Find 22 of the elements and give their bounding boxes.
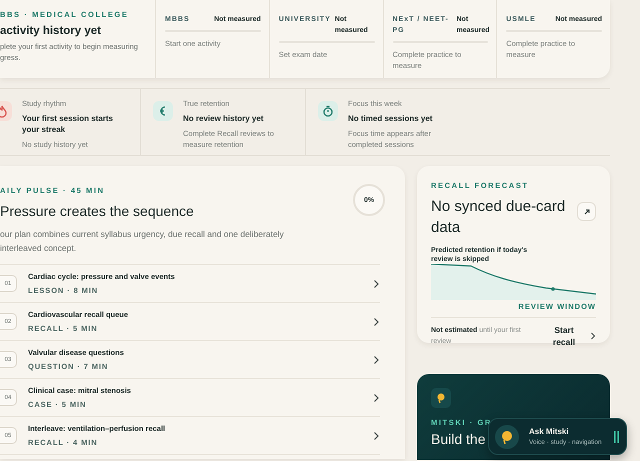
assistant-title: Ask Mitski xyxy=(529,427,570,436)
mascot-icon xyxy=(431,388,451,408)
mitski-title: Build the xyxy=(431,431,486,447)
chevron-right-icon xyxy=(372,430,380,440)
chevron-right-icon xyxy=(372,316,380,326)
chevron-right-icon xyxy=(372,392,380,402)
overview-title: activity history yet xyxy=(0,25,102,37)
stat-title: No timed sessions yet xyxy=(348,113,434,124)
chevron-right-icon xyxy=(372,354,380,364)
pulse-description: our plan combines current syllabus urgency, due recall and one deliberately interleaved concept. xyxy=(0,228,284,255)
chevron-right-icon xyxy=(590,332,596,340)
arrow-up-right-icon xyxy=(582,208,590,216)
start-recall-button[interactable]: Start recall xyxy=(546,324,596,348)
voice-bars-icon xyxy=(614,430,620,442)
expand-button[interactable] xyxy=(577,202,596,221)
pulse-title: Pressure creates the sequence xyxy=(0,203,195,219)
forecast-title: No synced due-card data xyxy=(431,197,566,238)
stat-title: No review history yet xyxy=(183,113,264,124)
mascot-icon xyxy=(495,424,519,448)
stat-title: Your first session starts your streak xyxy=(22,113,114,135)
chevron-right-icon xyxy=(372,278,380,288)
stopwatch-icon xyxy=(318,101,338,121)
